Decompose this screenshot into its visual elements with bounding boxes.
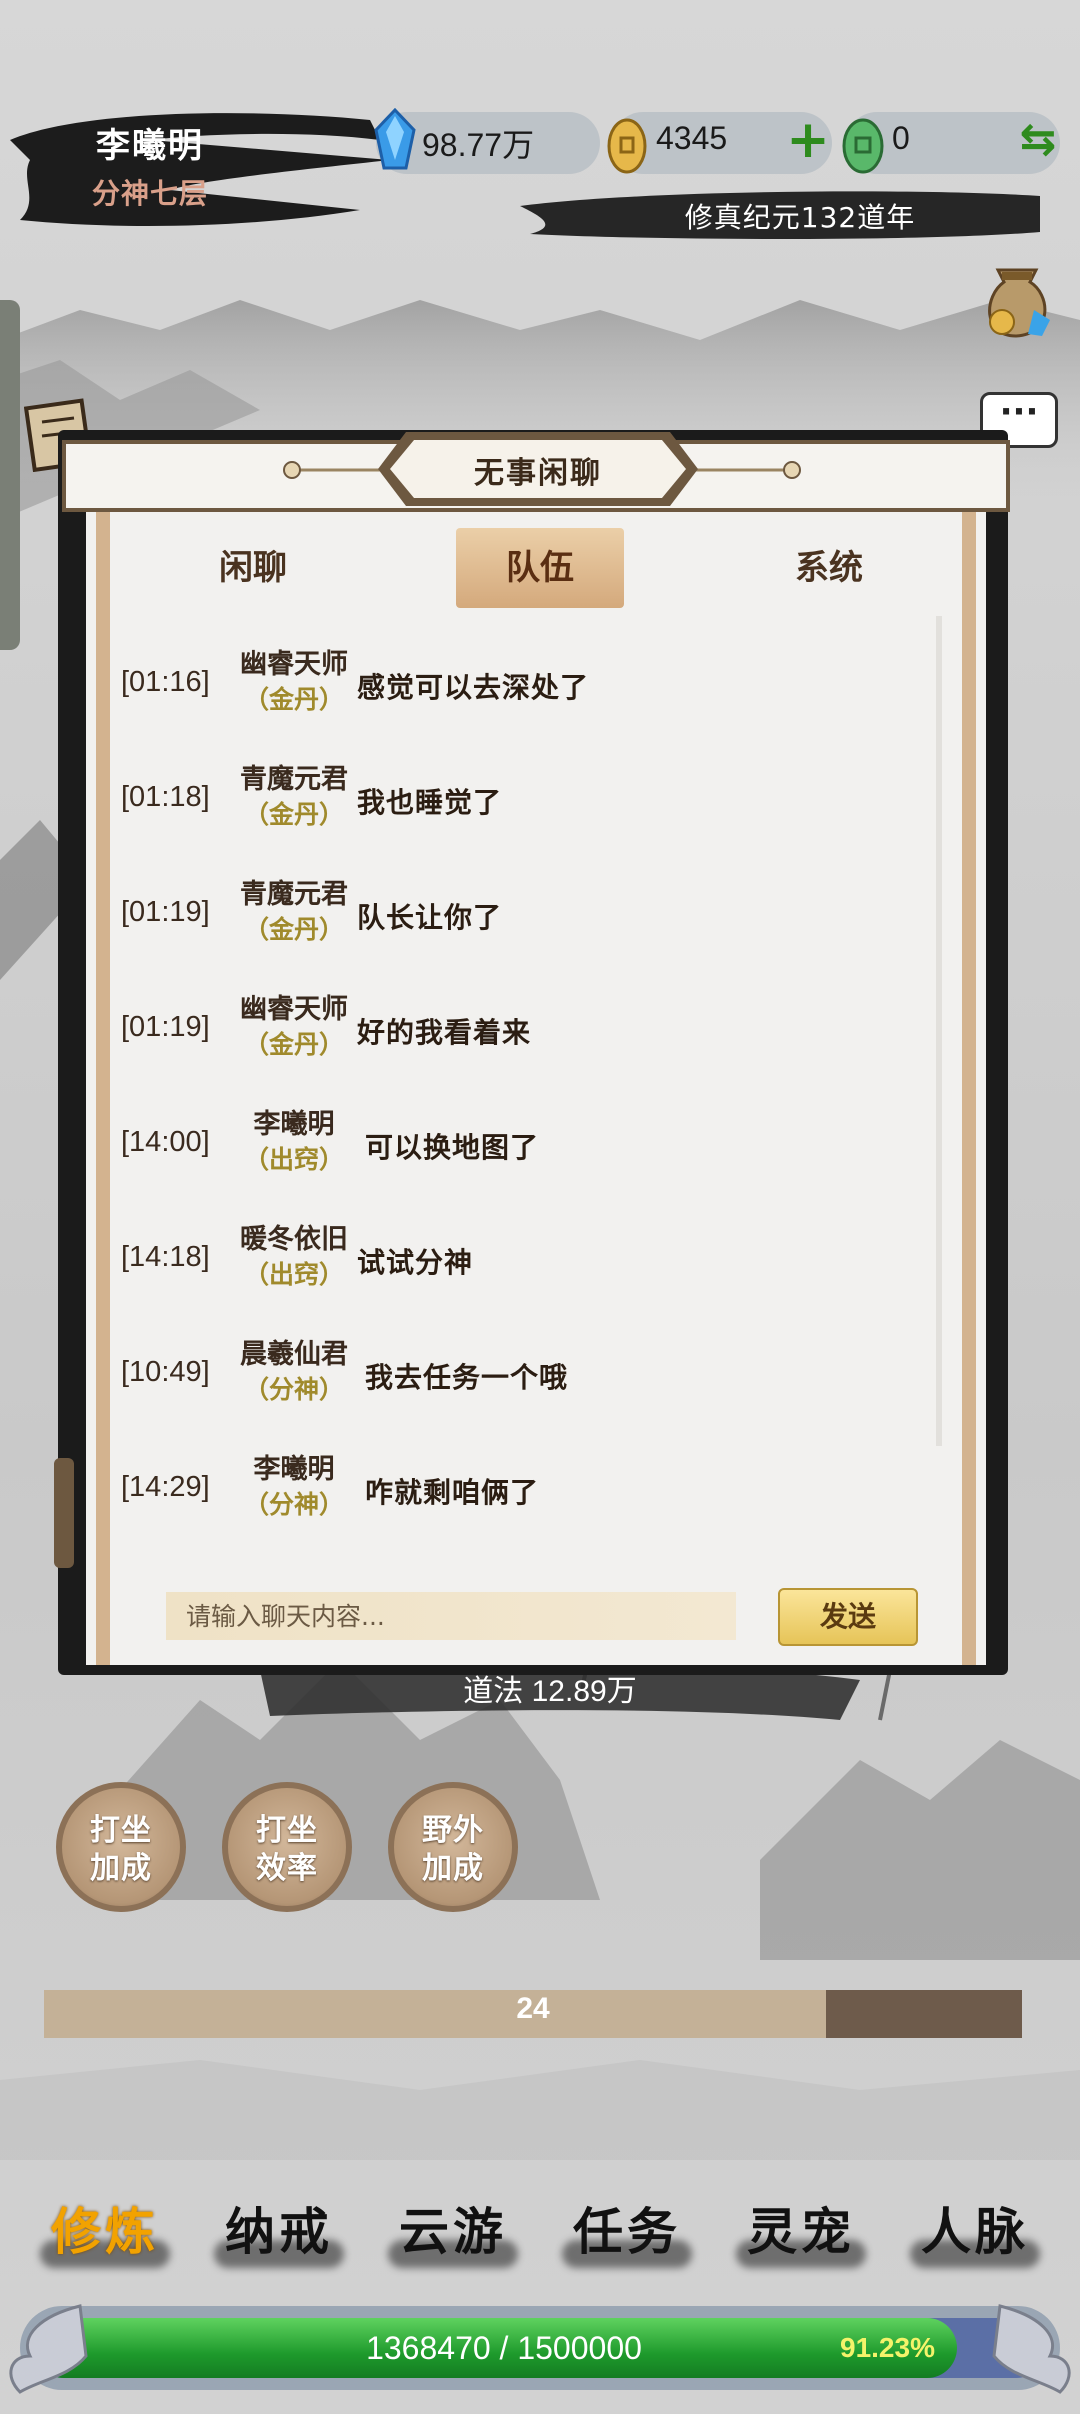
tab-system[interactable]: 系统 [744, 528, 914, 608]
message-time: [01:19] [121, 1011, 210, 1043]
message-sender-realm: （金丹） [243, 800, 344, 829]
chat-message: [10:49] 晨羲仙君 （分神） 我去任务一个哦 [115, 1320, 945, 1430]
exp-bar-right-ornament [992, 2304, 1071, 2394]
message-text: 好的我看着来 [357, 1016, 532, 1049]
message-sender-realm: （金丹） [243, 1030, 344, 1059]
field-bonus-button[interactable]: 野外 加成 [388, 1782, 518, 1912]
round-button-label: 加成 [422, 1851, 484, 1886]
message-sender[interactable]: 青魔元君 [215, 872, 373, 911]
panel-rail-right [962, 500, 976, 1665]
round-button-label: 野外 [422, 1813, 484, 1848]
message-text: 可以换地图了 [365, 1131, 540, 1164]
message-time: [14:18] [121, 1241, 210, 1273]
panel-side-knob [54, 1458, 74, 1568]
exp-percent: 91.23% [840, 2332, 935, 2363]
round-button-label: 打坐 [90, 1813, 152, 1848]
player-name[interactable]: 李曦明 [60, 118, 240, 167]
blue-crystal-icon [374, 108, 416, 170]
player-realm: 分神七层 [91, 177, 208, 210]
message-text: 咋就剩咱俩了 [365, 1476, 540, 1509]
treasure-bag-icon[interactable] [976, 250, 1058, 340]
chat-message: [01:16] 幽睿天师 （金丹） 感觉可以去深处了 [115, 630, 945, 740]
send-button[interactable]: 发送 [778, 1588, 918, 1646]
message-sender[interactable]: 暖冬依旧 [215, 1217, 373, 1256]
tab-chat[interactable]: 闲聊 [168, 528, 338, 608]
message-sender[interactable]: 幽睿天师 [215, 642, 373, 681]
nav-cultivate[interactable]: 修炼 [30, 2192, 180, 2262]
round-button-label: 加成 [90, 1851, 152, 1886]
nav-storage-ring[interactable]: 纳戒 [204, 2192, 354, 2262]
message-text: 队长让你了 [357, 901, 503, 934]
message-time: [10:49] [121, 1356, 210, 1388]
message-sender-realm: （金丹） [243, 685, 344, 714]
message-sender[interactable]: 李曦明 [215, 1447, 373, 1486]
message-text: 我去任务一个哦 [365, 1361, 569, 1394]
chat-message: [01:19] 幽睿天师 （金丹） 好的我看着来 [115, 975, 945, 1085]
nav-spirit-pet[interactable]: 灵宠 [726, 2192, 876, 2262]
message-text: 我也睡觉了 [357, 786, 503, 819]
message-sender-realm: （分神） [243, 1375, 344, 1404]
daofa-value: 道法 12.89万 [463, 1675, 637, 1708]
message-sender[interactable]: 幽睿天师 [215, 987, 373, 1026]
jade-value: 0 [892, 120, 910, 156]
swap-icon[interactable]: ⇆ [1016, 112, 1060, 168]
message-sender-realm: （金丹） [243, 915, 344, 944]
exp-bar-left-ornament [9, 2304, 88, 2394]
meditation-efficiency-button[interactable]: 打坐 效率 [222, 1782, 352, 1912]
message-time: [14:29] [121, 1471, 210, 1503]
chat-input[interactable] [166, 1592, 736, 1640]
chat-message: [14:18] 暖冬依旧 （出窍） 试试分神 [115, 1205, 945, 1315]
crystal-value: 98.77万 [422, 127, 535, 163]
nav-contacts[interactable]: 人脉 [900, 2192, 1050, 2262]
message-text: 感觉可以去深处了 [357, 671, 590, 704]
message-text: 试试分神 [357, 1246, 474, 1279]
add-gold-button[interactable]: + [786, 110, 830, 170]
message-time: [01:19] [121, 896, 210, 928]
chat-message: [14:00] 李曦明 （出窍） 可以换地图了 [115, 1090, 945, 1200]
nav-travel[interactable]: 云游 [378, 2192, 528, 2262]
left-side-handle[interactable] [0, 300, 20, 650]
nav-tasks[interactable]: 任务 [552, 2192, 702, 2262]
round-button-label: 打坐 [256, 1813, 318, 1848]
message-time: [01:18] [121, 781, 210, 813]
panel-rail-left [96, 500, 110, 1665]
meditation-bonus-button[interactable]: 打坐 加成 [56, 1782, 186, 1912]
gold-value: 4345 [656, 120, 728, 156]
message-sender-realm: （出窍） [243, 1145, 344, 1174]
era-label: 修真纪元132道年 [684, 201, 916, 234]
message-sender[interactable]: 李曦明 [215, 1102, 373, 1141]
chat-message: [14:29] 李曦明 （分神） 咋就剩咱俩了 [115, 1435, 945, 1545]
chat-message: [01:18] 青魔元君 （金丹） 我也睡觉了 [115, 745, 945, 855]
message-sender-realm: （出窍） [243, 1260, 344, 1289]
message-time: [01:16] [121, 666, 210, 698]
jade-coin-icon [842, 118, 884, 174]
message-time: [14:00] [121, 1126, 210, 1158]
gold-coin-icon [607, 118, 647, 174]
cultivation-progress-label: 24 [516, 1992, 550, 2025]
round-button-label: 效率 [256, 1851, 318, 1886]
message-sender-realm: （分神） [243, 1490, 344, 1519]
tab-team[interactable]: 队伍 [456, 528, 624, 608]
chat-message: [01:19] 青魔元君 （金丹） 队长让你了 [115, 860, 945, 970]
message-sender[interactable]: 晨羲仙君 [215, 1332, 373, 1371]
chat-title: 无事闲聊 [474, 456, 602, 491]
message-sender[interactable]: 青魔元君 [215, 757, 373, 796]
exp-value: 1368470 / 1500000 [366, 2330, 642, 2366]
